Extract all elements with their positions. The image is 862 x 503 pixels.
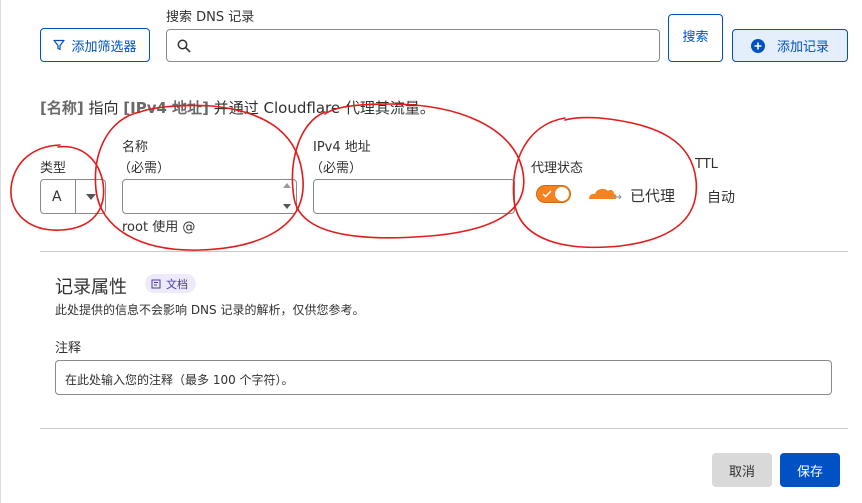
summary-target: [IPv4 地址] xyxy=(123,99,209,117)
search-input[interactable] xyxy=(166,29,660,62)
search-label: 搜索 DNS 记录 xyxy=(166,10,255,25)
panel-left-border xyxy=(0,0,1,503)
summary-end: 并通过 Cloudflare 代理其流量。 xyxy=(209,99,435,117)
name-hint: root 使用 @ xyxy=(122,220,196,235)
annotation-circle-proxy xyxy=(512,116,698,249)
type-label: 类型 xyxy=(40,161,67,176)
check-icon xyxy=(542,190,552,198)
ttl-value: 自动 xyxy=(707,190,735,206)
record-summary: [名称] 指向 [IPv4 地址] 并通过 Cloudflare 代理其流量。 xyxy=(40,97,435,118)
ipv4-input[interactable] xyxy=(313,179,515,214)
doc-badge-label: 文档 xyxy=(166,277,188,291)
add-record-button[interactable]: 添加记录 xyxy=(732,29,848,62)
search-icon xyxy=(177,39,191,53)
ipv4-required: （必需） xyxy=(310,161,363,176)
proxy-toggle-knob xyxy=(555,187,569,201)
ttl-label: TTL xyxy=(695,157,718,172)
proxy-toggle[interactable] xyxy=(536,185,571,203)
summary-name: [名称] xyxy=(40,99,84,117)
filter-icon xyxy=(53,39,66,51)
save-button-label: 保存 xyxy=(796,464,823,480)
search-button[interactable]: 搜索 xyxy=(668,14,723,62)
plus-circle-icon xyxy=(750,38,765,53)
search-button-label: 搜索 xyxy=(682,30,709,45)
caret-down-icon xyxy=(86,194,96,200)
cloud-icon xyxy=(589,188,622,200)
section-divider xyxy=(40,251,848,252)
comment-placeholder: 在此处输入您的注释（最多 100 个字符）。 xyxy=(65,373,294,387)
attributes-description: 此处提供的信息不会影响 DNS 记录的解析，仅供您参考。 xyxy=(55,303,365,317)
footer-divider xyxy=(40,428,848,429)
summary-mid: 指向 xyxy=(83,99,124,117)
comment-input[interactable]: 在此处输入您的注释（最多 100 个字符）。 xyxy=(55,360,832,395)
comment-label: 注释 xyxy=(55,341,82,356)
name-required: （必需） xyxy=(118,161,171,176)
proxy-status-value: 已代理 xyxy=(630,187,676,205)
cancel-button[interactable]: 取消 xyxy=(712,453,772,487)
doc-badge[interactable]: 文档 xyxy=(145,274,196,293)
attributes-title: 记录属性 xyxy=(55,277,127,298)
name-input[interactable] xyxy=(122,179,297,214)
document-icon xyxy=(151,279,161,288)
proxy-status-label: 代理状态 xyxy=(531,161,584,176)
cancel-button-label: 取消 xyxy=(728,464,755,480)
save-button[interactable]: 保存 xyxy=(780,453,840,487)
type-select[interactable]: A xyxy=(40,179,106,214)
add-filter-label: 添加筛选器 xyxy=(71,39,137,55)
add-filter-button[interactable]: 添加筛选器 xyxy=(40,28,150,62)
spinner-arrows-icon xyxy=(283,183,291,209)
type-select-value: A xyxy=(52,189,62,205)
type-select-divider xyxy=(75,180,76,213)
name-label: 名称 xyxy=(122,140,149,155)
add-record-label: 添加记录 xyxy=(776,40,829,55)
ipv4-label: IPv4 地址 xyxy=(313,140,371,155)
